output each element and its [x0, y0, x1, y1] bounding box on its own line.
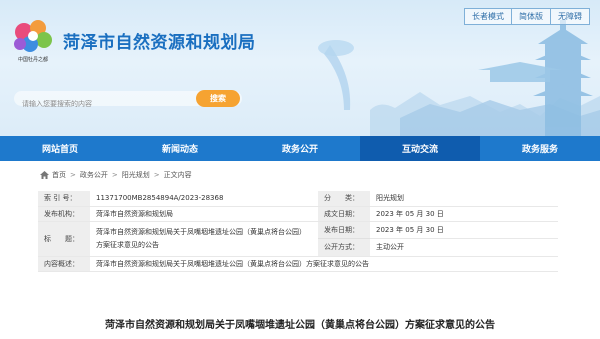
index-value: 11371700MB2854894A/2023-28368	[90, 191, 318, 207]
home-icon	[40, 171, 49, 179]
svg-text:中国牡丹之都: 中国牡丹之都	[18, 56, 48, 63]
breadcrumb-gov-open[interactable]: 政务公开	[80, 170, 108, 180]
breadcrumb-current: 正文内容	[163, 171, 192, 179]
index-label: 索 引 号：	[38, 191, 90, 207]
site-header: 中国牡丹之都 菏泽市自然资源和规划局 长者模式 简体版 无障碍 搜索	[0, 0, 600, 136]
breadcrumb-sep: >	[70, 171, 76, 179]
info-table: 索 引 号： 11371700MB2854894A/2023-28368 分 类…	[38, 191, 558, 272]
category-label: 分 类：	[318, 191, 370, 207]
date-label-cell: 发布日期： 公开方式：	[318, 221, 370, 257]
main-nav: 网站首页 新闻动态 政务公开 互动交流 政务服务	[0, 136, 600, 161]
simplified-link[interactable]: 简体版	[511, 8, 551, 25]
summary-value: 菏泽市自然资源和规划局关于凤嘴堌堆遗址公园（黄巢点将台公园）方案征求意见的公告	[90, 256, 558, 272]
nav-services[interactable]: 政务服务	[480, 136, 600, 161]
breadcrumb-sep: >	[111, 171, 118, 179]
open-label: 公开方式：	[324, 242, 359, 251]
summary-label: 内容概述：	[38, 256, 90, 272]
top-links: 长者模式 简体版 无障碍	[464, 8, 590, 25]
article-title: 菏泽市自然资源和规划局关于凤嘴堌堆遗址公园（黄巢点将台公园）方案征求意见的公告	[105, 320, 495, 331]
elder-mode-link[interactable]: 长者模式	[464, 8, 512, 25]
nav-gov-open[interactable]: 政务公开	[240, 136, 360, 161]
peony-logo: 中国牡丹之都	[14, 20, 52, 63]
published-value: 2023 年 05 月 30 日	[370, 222, 558, 239]
search-button[interactable]: 搜索	[196, 90, 240, 107]
title-value: 菏泽市自然资源和规划局关于凤嘴堌堆遗址公园（黄巢点将台公园）方案征求意见的公告	[90, 221, 318, 257]
breadcrumb-planning[interactable]: 阳光规划	[122, 170, 150, 180]
nav-home[interactable]: 网站首页	[0, 136, 120, 161]
nav-news[interactable]: 新闻动态	[120, 136, 240, 161]
breadcrumb-sep: >	[153, 171, 160, 179]
breadcrumb-home[interactable]: 首页	[52, 170, 66, 180]
issuer-value: 菏泽市自然资源和规划局	[90, 206, 318, 222]
open-value: 主动公开	[376, 242, 404, 251]
issuer-label: 发布机构：	[38, 206, 90, 222]
title-label: 标 题：	[38, 221, 90, 257]
published-label: 发布日期：	[318, 222, 370, 239]
created-value: 2023 年 05 月 30 日	[370, 206, 558, 222]
breadcrumb: 首页 > 政务公开 > 阳光规划 > 正文内容	[40, 170, 192, 180]
created-label: 成文日期：	[318, 206, 370, 222]
date-value-cell: 2023 年 05 月 30 日 主动公开	[370, 221, 558, 257]
nav-interaction[interactable]: 互动交流	[360, 136, 480, 161]
accessibility-link[interactable]: 无障碍	[550, 8, 590, 25]
category-value: 阳光规划	[370, 191, 558, 207]
site-title: 菏泽市自然资源和规划局	[63, 33, 256, 53]
